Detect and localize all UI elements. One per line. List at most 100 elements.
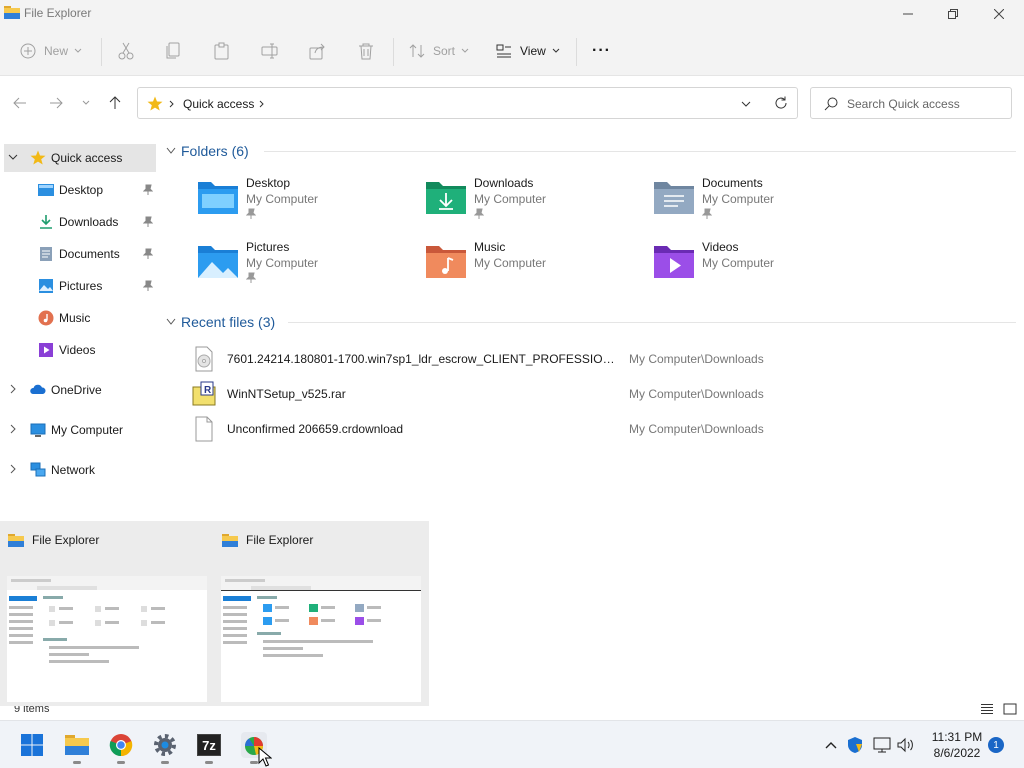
star-icon: [147, 96, 163, 111]
folder-videos[interactable]: Videos My Computer: [652, 240, 862, 296]
star-icon: [30, 150, 46, 165]
cloud-icon: [30, 384, 46, 394]
copy-button[interactable]: [165, 38, 183, 64]
recent-file-name: WinNTSetup_v525.rar: [227, 387, 346, 401]
recent-file-row[interactable]: R WinNTSetup_v525.rar My Computer\Downlo…: [192, 379, 1012, 409]
nav-network[interactable]: Network: [4, 456, 156, 484]
view-button[interactable]: View: [496, 38, 560, 64]
window-preview: [221, 576, 421, 702]
more-options-button[interactable]: ···: [592, 38, 611, 64]
security-tray-icon[interactable]: [846, 735, 864, 755]
clock[interactable]: 11:31 PM 8/6/2022: [922, 729, 992, 761]
window-preview-image: [7, 576, 207, 663]
volume-tray-icon[interactable]: [897, 735, 915, 755]
taskbar: 7z 11:31 PM 8/6/2022 1: [0, 720, 1024, 768]
close-button[interactable]: [976, 0, 1022, 28]
address-row: Quick access: [0, 77, 1024, 131]
window-thumbnail[interactable]: File Explorer: [214, 521, 428, 706]
chevron-right-icon: [169, 100, 174, 108]
folder-name: Downloads: [474, 176, 534, 190]
taskbar-file-explorer[interactable]: [65, 733, 89, 757]
chevron-right-icon[interactable]: [8, 464, 18, 474]
taskbar-chrome[interactable]: [109, 733, 133, 757]
maximize-button[interactable]: [930, 0, 976, 28]
copy-icon: [166, 42, 180, 59]
minimize-button[interactable]: [885, 0, 931, 28]
nav-label: Documents: [59, 247, 120, 261]
running-indicator: [205, 761, 213, 764]
nav-videos[interactable]: Videos: [4, 336, 156, 364]
toolbar-separator: [101, 38, 102, 66]
desktop-folder-icon: [198, 182, 238, 214]
nav-music[interactable]: Music: [4, 304, 156, 332]
recent-file-location: My Computer\Downloads: [629, 422, 764, 436]
chevron-right-icon[interactable]: [8, 424, 18, 434]
details-view-icon[interactable]: [980, 703, 994, 715]
nav-onedrive[interactable]: OneDrive: [4, 376, 156, 404]
nav-label: My Computer: [51, 423, 124, 437]
search-input[interactable]: [847, 95, 1007, 113]
folder-name: Music: [474, 240, 506, 254]
nav-desktop[interactable]: Desktop: [4, 176, 156, 204]
taskbar-7zip[interactable]: 7z: [197, 733, 221, 757]
address-bar[interactable]: Quick access: [137, 87, 798, 119]
file-explorer-icon: [4, 6, 20, 19]
paste-button[interactable]: [213, 38, 231, 64]
delete-button[interactable]: [357, 38, 375, 64]
nav-label: Videos: [59, 343, 96, 357]
cut-button[interactable]: [117, 38, 135, 64]
notification-badge[interactable]: 1: [988, 737, 1004, 753]
chevron-down-icon[interactable]: [741, 101, 751, 107]
recent-locations-button[interactable]: [76, 93, 96, 113]
pin-icon: [246, 208, 256, 219]
up-button[interactable]: [105, 93, 125, 113]
nav-pictures[interactable]: Pictures: [4, 272, 156, 300]
recent-file-row[interactable]: 7601.24214.180801-1700.win7sp1_ldr_escro…: [192, 344, 1012, 374]
recent-files-group-header[interactable]: Recent files (3): [166, 311, 275, 333]
chevron-down-icon[interactable]: [8, 152, 18, 162]
folder-documents[interactable]: Documents My Computer: [652, 176, 862, 232]
running-indicator: [73, 761, 81, 764]
recent-file-row[interactable]: Unconfirmed 206659.crdownload My Compute…: [192, 414, 1012, 444]
7zip-icon: 7z: [197, 734, 221, 756]
folders-group-header[interactable]: Folders (6): [166, 140, 249, 162]
folder-desktop[interactable]: Desktop My Computer: [196, 176, 406, 232]
rename-button[interactable]: [261, 38, 279, 64]
nav-quick-access[interactable]: Quick access: [4, 144, 156, 172]
nav-documents[interactable]: Documents: [4, 240, 156, 268]
large-icons-view-icon[interactable]: [1003, 703, 1017, 715]
title-bar: File Explorer: [0, 0, 1024, 28]
folder-pictures[interactable]: Pictures My Computer: [196, 240, 406, 296]
sort-button[interactable]: Sort: [409, 38, 469, 64]
folder-location: My Computer: [246, 192, 319, 206]
nav-downloads[interactable]: Downloads: [4, 208, 156, 236]
taskbar-settings[interactable]: [153, 733, 177, 757]
thumbnail-title: File Explorer: [32, 533, 100, 547]
back-button[interactable]: [10, 93, 30, 113]
videos-icon: [39, 343, 53, 357]
view-label: View: [520, 44, 546, 58]
start-button[interactable]: [20, 733, 44, 757]
share-button[interactable]: [309, 38, 327, 64]
breadcrumb[interactable]: Quick access: [183, 97, 254, 111]
show-hidden-icons-button[interactable]: [822, 735, 840, 755]
trash-icon: [359, 43, 373, 60]
forward-button[interactable]: [46, 93, 66, 113]
folder-name: Desktop: [246, 176, 291, 190]
network-tray-icon[interactable]: [873, 735, 891, 755]
nav-my-computer[interactable]: My Computer: [4, 416, 156, 444]
window-thumbnail[interactable]: File Explorer: [0, 521, 214, 706]
folder-music[interactable]: Music My Computer: [424, 240, 634, 296]
chevron-down-icon: [552, 48, 560, 53]
chevron-right-icon[interactable]: [8, 384, 18, 394]
pin-icon: [143, 216, 153, 227]
folder-downloads[interactable]: Downloads My Computer: [424, 176, 634, 232]
downloads-folder-icon: [426, 182, 466, 214]
folder-location: My Computer: [702, 256, 775, 270]
refresh-icon[interactable]: [774, 96, 788, 110]
new-button[interactable]: New: [20, 38, 82, 64]
pin-icon: [702, 208, 712, 219]
search-box[interactable]: [810, 87, 1012, 119]
music-folder-icon: [426, 246, 466, 278]
rename-icon: [261, 43, 278, 59]
